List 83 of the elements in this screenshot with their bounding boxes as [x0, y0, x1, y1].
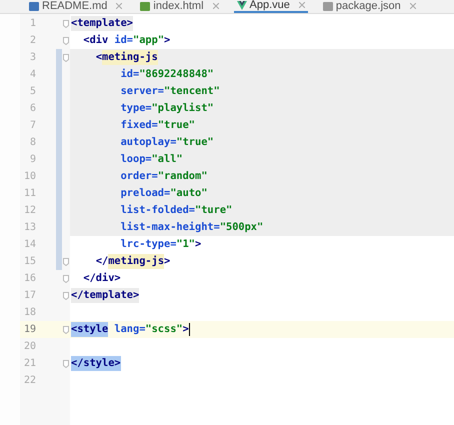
- code-token: id=: [114, 32, 134, 48]
- code-token: </: [96, 254, 108, 269]
- code-token: "app": [133, 32, 164, 48]
- code-token: meting-js: [102, 50, 158, 66]
- fold-icon[interactable]: [63, 36, 69, 44]
- line-number: 13: [22, 221, 36, 235]
- line-number: 19: [22, 323, 36, 337]
- code-token: </template>: [71, 288, 140, 304]
- code-token: list-max-height=: [120, 220, 220, 235]
- file-icon: [322, 2, 333, 10]
- line-number: 11: [22, 187, 36, 201]
- code-token: >: [195, 236, 202, 252]
- code-token: <div: [83, 32, 110, 48]
- line-number: 12: [22, 204, 36, 218]
- code-token: "tencent": [164, 84, 220, 99]
- line-number: 9: [28, 153, 36, 167]
- line-number: 14: [22, 238, 36, 252]
- line-number: 3: [28, 51, 36, 65]
- line-number: 15: [22, 255, 36, 269]
- code-token: fixed=: [120, 118, 158, 133]
- fold-icon[interactable]: [63, 326, 69, 334]
- tab[interactable]: App.vue: [234, 0, 308, 13]
- code-token: "playlist": [152, 100, 214, 116]
- code-token: meting-js: [108, 254, 164, 270]
- close-icon[interactable]: [298, 2, 305, 8]
- code-token: </style>: [71, 356, 121, 372]
- line-number: 16: [22, 272, 36, 286]
- line-number: 7: [28, 119, 36, 133]
- tab[interactable]: package.json: [320, 0, 419, 13]
- code-token: "all": [152, 152, 183, 167]
- tab[interactable]: index.html: [137, 0, 222, 13]
- code-token: loop=: [120, 152, 152, 167]
- code-token: "auto": [170, 186, 208, 201]
- code-token: </div>: [83, 270, 121, 286]
- code-token: >: [164, 32, 170, 48]
- line-number: 21: [22, 357, 36, 371]
- code-token: "scss": [145, 322, 183, 337]
- code-token: "8692248848": [139, 66, 214, 82]
- code-token: "ture": [195, 202, 232, 218]
- code-token: autoplay=: [120, 134, 176, 150]
- line-number: 8: [28, 136, 36, 150]
- code-token: list-folded=: [120, 202, 196, 218]
- close-icon[interactable]: [410, 3, 416, 9]
- fold-icon[interactable]: [63, 54, 69, 62]
- line-number: 1: [28, 17, 36, 31]
- vue-icon: [236, 0, 247, 10]
- code-token: type=: [120, 100, 152, 116]
- code-token: "500px": [220, 220, 264, 235]
- line-number: 20: [22, 340, 36, 354]
- code-token: "1": [176, 236, 196, 252]
- fold-icon[interactable]: [63, 360, 69, 368]
- fold-icon[interactable]: [63, 274, 69, 282]
- code-token: >: [182, 322, 189, 337]
- code-token: <: [96, 50, 102, 65]
- line-number: 6: [28, 102, 36, 116]
- fold-icon[interactable]: [63, 258, 69, 266]
- code-token: "true": [158, 118, 196, 133]
- code-token: order=: [120, 168, 158, 184]
- code-token: <template>: [71, 16, 133, 32]
- file-icon: [29, 2, 39, 10]
- line-number: 18: [22, 306, 36, 320]
- close-icon[interactable]: [116, 3, 122, 9]
- code-token: server=: [120, 84, 164, 99]
- code-token: id=: [120, 66, 140, 82]
- line-number: 2: [28, 34, 36, 48]
- line-number: 4: [28, 68, 36, 82]
- tab[interactable]: README.md: [26, 0, 126, 13]
- code-token: lrc-type=: [120, 236, 176, 252]
- fold-icon[interactable]: [63, 292, 69, 300]
- file-icon: [140, 2, 150, 10]
- code-token: >: [164, 254, 170, 269]
- text-cursor: [188, 323, 190, 336]
- code-token: preload=: [120, 186, 170, 201]
- fold-icon[interactable]: [63, 20, 69, 28]
- line-number: 17: [22, 289, 36, 303]
- code-token: lang=: [114, 322, 146, 337]
- code-token: "true": [176, 134, 214, 150]
- close-icon[interactable]: [212, 3, 219, 9]
- line-number: 10: [22, 170, 36, 184]
- line-number: 5: [28, 85, 36, 99]
- code-token: "random": [158, 168, 208, 184]
- line-number: 22: [22, 374, 36, 388]
- code-token: <style: [71, 322, 108, 338]
